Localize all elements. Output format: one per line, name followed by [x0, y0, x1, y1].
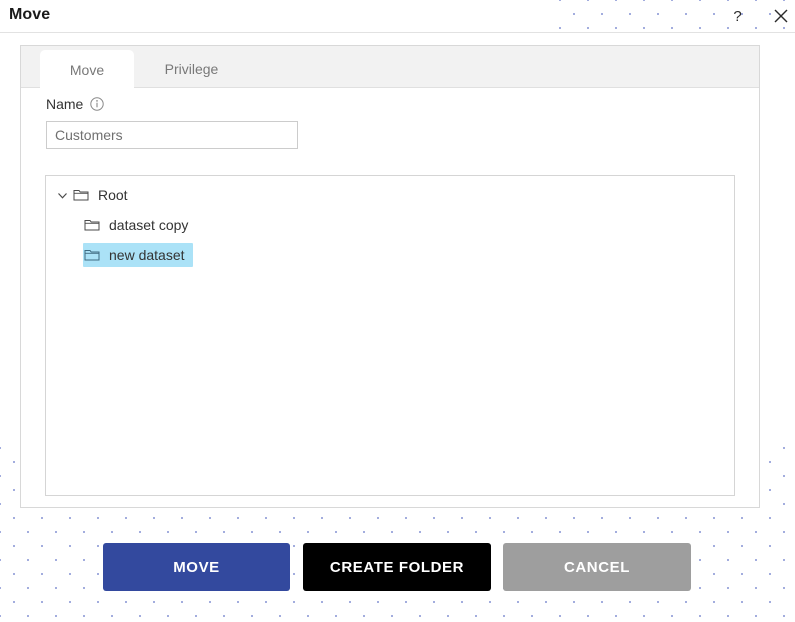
dialog-action-bar: MOVE CREATE FOLDER CANCEL [0, 543, 795, 593]
folder-tree[interactable]: Root dataset copy new dataset [45, 175, 735, 496]
move-button[interactable]: MOVE [103, 543, 290, 591]
name-field-row: Name [46, 96, 105, 112]
dialog-card: Move Privilege Name Customers Root datas… [20, 45, 760, 508]
tree-item-label: new dataset [109, 247, 185, 263]
tree-item-label: Root [98, 187, 128, 203]
page-title: Move [9, 6, 51, 23]
question-mark-icon: ? [733, 8, 741, 25]
info-circle-icon[interactable] [90, 97, 105, 111]
tab-privilege-label: Privilege [164, 61, 219, 77]
cancel-button[interactable]: CANCEL [503, 543, 691, 591]
title-divider [0, 32, 795, 33]
tree-item-new-dataset[interactable]: new dataset [83, 243, 193, 267]
tab-move[interactable]: Move [40, 50, 134, 89]
close-icon [774, 9, 788, 23]
chevron-down-icon[interactable] [55, 188, 70, 203]
tab-move-label: Move [69, 61, 105, 78]
svg-text:?: ? [733, 8, 741, 25]
folder-icon [83, 247, 100, 264]
name-label: Name [46, 96, 84, 112]
close-button[interactable] [769, 4, 793, 28]
tab-bar: Move Privilege [21, 46, 759, 89]
tree-item-root[interactable]: Root [55, 183, 136, 207]
name-input[interactable] [46, 121, 298, 149]
create-folder-button[interactable]: CREATE FOLDER [303, 543, 491, 591]
folder-icon [83, 217, 100, 234]
tree-item-label: dataset copy [109, 217, 189, 233]
dialog-title-bar: Move ? [0, 0, 795, 33]
help-button[interactable]: ? [725, 4, 749, 28]
tree-item-dataset-copy[interactable]: dataset copy [83, 213, 196, 237]
folder-icon [72, 187, 89, 204]
cancel-button-label: CANCEL [563, 558, 631, 576]
create-folder-button-label: CREATE FOLDER [329, 558, 465, 576]
move-button-label: MOVE [173, 558, 220, 576]
tab-privilege[interactable]: Privilege [139, 50, 244, 88]
